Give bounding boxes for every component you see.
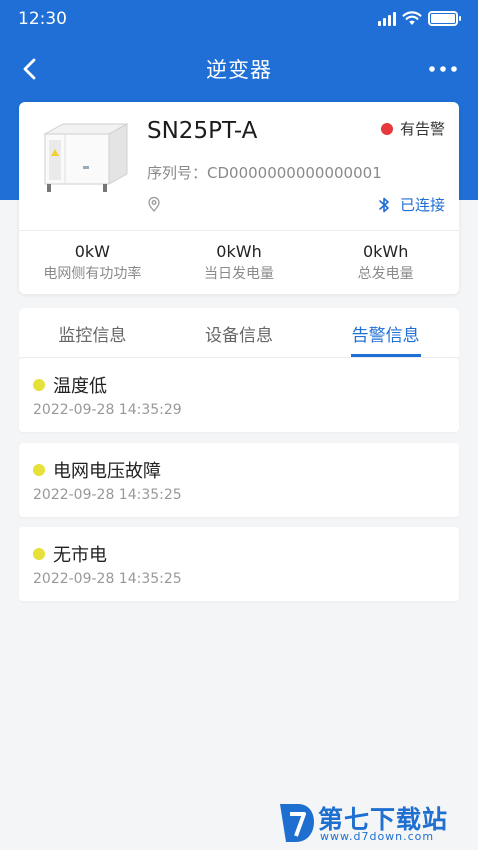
stat-grid-power: 0kW 电网侧有功功率 xyxy=(19,242,166,283)
status-icons xyxy=(378,11,461,26)
alarm-time: 2022-09-28 14:35:25 xyxy=(33,571,182,587)
cellular-signal-icon xyxy=(378,11,396,26)
status-time: 12:30 xyxy=(18,9,67,29)
tab-bar: 监控信息 设备信息 告警信息 xyxy=(19,308,459,358)
alarm-time: 2022-09-28 14:35:25 xyxy=(33,487,182,503)
stat-daily-generation: 0kWh 当日发电量 xyxy=(166,242,313,283)
d7-logo-icon xyxy=(280,804,314,842)
alarm-list-item[interactable]: 温度低 2022-09-28 14:35:29 xyxy=(19,358,459,432)
alarm-list-item[interactable]: 无市电 2022-09-28 14:35:25 xyxy=(19,527,459,601)
stat-label: 电网侧有功功率 xyxy=(43,266,142,282)
stat-value: 0kWh xyxy=(216,242,262,261)
alarm-title-row: 温度低 xyxy=(33,372,107,398)
alarm-status: 有告警 xyxy=(380,118,445,139)
connection-status[interactable]: 已连接 xyxy=(378,194,445,215)
alarm-level-dot-icon xyxy=(33,548,45,560)
stat-value: 0kW xyxy=(74,242,110,261)
status-bar: 12:30 xyxy=(0,0,478,40)
page-title: 逆变器 xyxy=(206,58,272,82)
serial-value: CD0000000000000001 xyxy=(207,164,382,182)
alarm-level-dot-icon xyxy=(33,379,45,391)
alarm-title: 温度低 xyxy=(53,376,107,397)
tab-monitoring[interactable]: 监控信息 xyxy=(19,308,166,357)
wifi-icon xyxy=(402,11,422,25)
alarm-level-dot-icon xyxy=(33,464,45,476)
device-stats: 0kW 电网侧有功功率 0kWh 当日发电量 0kWh 总发电量 xyxy=(19,242,459,283)
watermark-url: www.d7down.com xyxy=(320,830,435,843)
alarm-title-row: 电网电压故障 xyxy=(33,457,161,483)
connection-status-label: 已连接 xyxy=(399,196,445,214)
card-divider xyxy=(19,230,459,231)
device-model: SN25PT-A xyxy=(147,118,258,144)
stat-total-generation: 0kWh 总发电量 xyxy=(312,242,459,283)
inverter-image xyxy=(43,123,129,192)
stat-label: 当日发电量 xyxy=(204,266,274,282)
more-horizontal-icon[interactable] xyxy=(426,56,460,82)
alarm-title: 无市电 xyxy=(53,545,107,566)
stat-label: 总发电量 xyxy=(357,266,414,282)
alarm-status-label: 有告警 xyxy=(399,120,445,138)
alarm-dot-icon xyxy=(380,122,393,135)
alarm-list-item[interactable]: 电网电压故障 2022-09-28 14:35:25 xyxy=(19,443,459,517)
serial-label: 序列号： xyxy=(147,164,208,182)
location-pin-icon xyxy=(148,196,160,212)
alarm-title-row: 无市电 xyxy=(33,541,107,567)
serial-number: 序列号：CD0000000000000001 xyxy=(147,162,382,183)
bluetooth-icon xyxy=(379,197,389,212)
nav-bar: 逆变器 xyxy=(0,46,478,92)
tab-device-info[interactable]: 设备信息 xyxy=(166,308,313,357)
battery-icon xyxy=(428,11,461,26)
watermark: 第七下载站 www.d7down.com xyxy=(276,796,472,848)
alarm-time: 2022-09-28 14:35:29 xyxy=(33,402,182,418)
stat-value: 0kWh xyxy=(362,242,409,261)
device-card[interactable]: SN25PT-A 有告警 序列号：CD0000000000000001 已连接 … xyxy=(19,102,459,294)
alarm-title: 电网电压故障 xyxy=(53,461,161,482)
tab-alarms[interactable]: 告警信息 xyxy=(312,308,459,357)
